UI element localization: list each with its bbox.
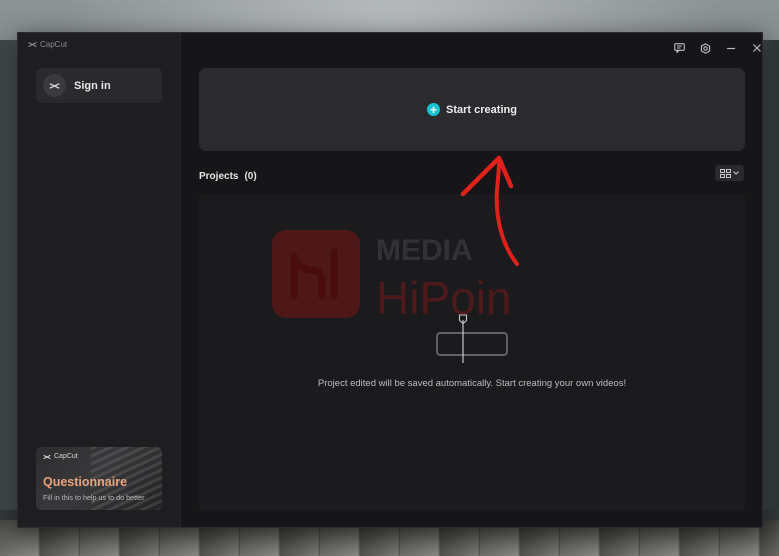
close-icon (753, 44, 761, 52)
capcut-logo-icon (28, 41, 37, 48)
app-brand: CapCut (28, 40, 67, 49)
projects-header: Projects (0) (199, 171, 257, 182)
projects-empty-area: Project edited will be saved automatical… (199, 194, 745, 511)
window-controls (666, 39, 770, 57)
grid-view-icon (720, 168, 731, 178)
banner-subtitle: Fill in this to help us to do better (43, 493, 145, 502)
minimize-button[interactable] (718, 39, 744, 57)
chevron-down-icon (733, 171, 739, 175)
settings-button[interactable] (692, 39, 718, 57)
close-button[interactable] (744, 39, 770, 57)
questionnaire-banner[interactable]: CapCut Questionnaire Fill in this to hel… (36, 447, 162, 510)
capcut-window: CapCut Sign in CapCut Questionnaire Fill… (17, 32, 763, 528)
empty-timeline-icon (436, 314, 508, 363)
feedback-icon (673, 43, 685, 53)
projects-title: Projects (199, 171, 239, 182)
feedback-button[interactable] (666, 39, 692, 57)
banner-title: Questionnaire (43, 475, 128, 489)
sidebar: CapCut Sign in CapCut Questionnaire Fill… (18, 33, 181, 527)
capcut-logo-icon (43, 454, 51, 459)
empty-state-message: Project edited will be saved automatical… (317, 378, 627, 389)
capcut-logo-icon (49, 82, 60, 89)
settings-icon (700, 42, 710, 54)
banner-brand: CapCut (43, 453, 78, 460)
app-brand-label: CapCut (40, 40, 68, 49)
projects-count: (0) (244, 171, 257, 182)
sign-in-button[interactable]: Sign in (36, 68, 162, 103)
sign-in-label: Sign in (74, 79, 111, 92)
start-creating-button[interactable]: + Start creating (199, 68, 745, 151)
banner-brand-label: CapCut (54, 453, 78, 460)
plus-icon: + (427, 103, 441, 116)
view-mode-dropdown[interactable] (715, 165, 744, 181)
start-creating-label: Start creating (446, 103, 517, 116)
avatar (43, 74, 66, 97)
minimize-icon (727, 47, 735, 50)
